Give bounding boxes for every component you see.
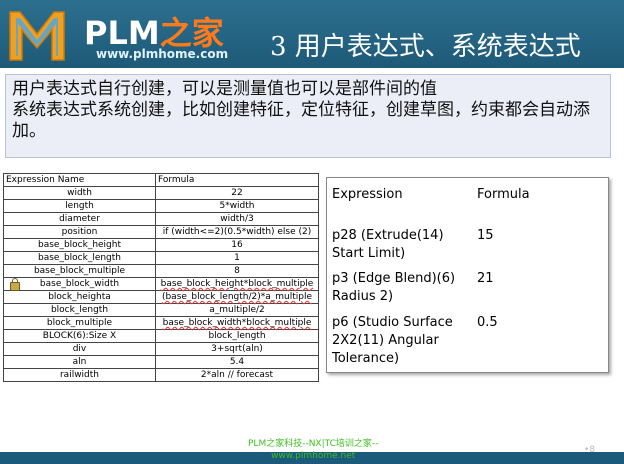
table-row: base_block_length 1 <box>3 251 319 265</box>
description-line-user: 用户表达式自行创建，可以是测量值也可以是部件间的值 <box>12 79 437 99</box>
expression-name: aln <box>3 355 156 369</box>
table-row: block_heighta (base_block_length/2)*a_mul… <box>3 290 319 304</box>
panel-expression-name: p3 (Edge Blend)(6) Radius 2) <box>332 271 456 304</box>
expression-name: base_block_length <box>3 251 156 265</box>
expression-formula: block_length <box>155 329 319 343</box>
table-row: aln 5.4 <box>3 355 319 369</box>
table-row: block_length a_multiple/2 <box>3 303 319 317</box>
table-row: base_block_height 16 <box>3 238 319 252</box>
table-row: railwidth 2*aln // forecast <box>3 368 319 382</box>
expression-formula: 3+sqrt(aln) <box>155 342 319 356</box>
footer-line-1: PLM之家科技--NX|TC培训之家-- <box>248 439 379 449</box>
column-header-name: Expression Name <box>3 173 156 187</box>
panel-expression-value: 15 <box>477 228 494 243</box>
expression-formula: 5.4 <box>155 355 319 369</box>
expression-name: block_multiple <box>3 316 156 330</box>
table-row: BLOCK(6):Size Xblock_length <box>3 329 319 343</box>
expression-formula: width/3 <box>155 212 319 226</box>
brand-url: www.plmhome.com <box>96 47 229 61</box>
slide: PLM之家 www.plmhome.com 3 用户表达式、系统表达式 用户表达… <box>0 0 624 464</box>
expression-formula: 1 <box>155 251 319 265</box>
expression-name: BLOCK(6):Size X <box>3 329 156 343</box>
panel-header-formula: Formula <box>477 187 530 202</box>
expression-formula: base_block_width*block_multiple <box>155 316 319 330</box>
table-row: base_block_multiple 8 <box>3 264 319 278</box>
expression-formula: 16 <box>155 238 319 252</box>
expression-name: length <box>3 199 156 213</box>
panel-expression-name: p28 (Extrude(14) Start Limit) <box>332 228 444 261</box>
expression-name: base_block_height <box>3 238 156 252</box>
expression-name-text: base_block_width <box>39 279 120 289</box>
table-row: div 3+sqrt(aln) <box>3 342 319 356</box>
plm-logo-icon <box>9 11 65 61</box>
panel-expression-name: p6 (Studio Surface 2X2(11) Angular Toler… <box>332 315 453 366</box>
expression-name: diameter <box>3 212 156 226</box>
expression-name: base_block_multiple <box>3 264 156 278</box>
expression-formula: a_multiple/2 <box>155 303 319 317</box>
column-header-formula: Formula <box>155 173 319 187</box>
system-expression-panel: Expression Formula p28 (Extrude(14) Star… <box>326 177 609 373</box>
expression-formula: 8 <box>155 264 319 278</box>
table-header-row: Expression Name Formula <box>3 173 319 187</box>
expression-table: Expression Name Formula width 22 length 5*… <box>3 173 319 382</box>
expression-name: block_length <box>3 303 156 317</box>
table-row: width 22 <box>3 186 319 200</box>
expression-formula: (base_block_length/2)*a_multiple <box>155 290 319 304</box>
page-number: •8 <box>584 445 596 455</box>
table-row: block_multiple base_block_width*block_mul… <box>3 316 319 330</box>
description-line-system: 系统表达式系统创建，比如创建特征，定位特征，创建草图，约束都会自动添加。 <box>12 100 590 141</box>
expression-formula-text: base_block_width*block_multiple <box>162 318 312 328</box>
expression-name: block_heighta <box>3 290 156 304</box>
table-row: base_block_width base_block_height*block_… <box>3 277 319 291</box>
expression-formula: 2*aln // forecast <box>155 368 319 382</box>
expression-name: position <box>3 225 156 239</box>
expression-formula-text: base_block_height*block_multiple <box>160 279 314 289</box>
expression-formula: if (width<=2)(0.5*width) else (2) <box>155 225 319 239</box>
slide-title: 3 用户表达式、系统表达式 <box>270 32 581 62</box>
panel-expression-value: 0.5 <box>477 315 498 330</box>
panel-expression-value: 21 <box>477 271 494 286</box>
expression-name: width <box>3 186 156 200</box>
page-number-value: 8 <box>589 445 596 455</box>
description-box: 用户表达式自行创建，可以是测量值也可以是部件间的值 系统表达式系统创建，比如创建… <box>5 74 611 158</box>
table-row: length 5*width <box>3 199 319 213</box>
expression-formula: 5*width <box>155 199 319 213</box>
footer-line-2: www.plmhome.net <box>271 451 356 461</box>
table-row: diameter width/3 <box>3 212 319 226</box>
expression-formula: base_block_height*block_multiple <box>155 277 319 291</box>
table-row: position if (width<=2)(0.5*width) else (2… <box>3 225 319 239</box>
expression-name-locked: base_block_width <box>3 277 156 291</box>
footer-watermark: PLM之家科技--NX|TC培训之家-- www.plmhome.net <box>248 438 378 462</box>
expression-name: railwidth <box>3 368 156 382</box>
panel-header-expression: Expression <box>332 187 403 202</box>
expression-name: div <box>3 342 156 356</box>
expression-formula-text: (base_block_length/2)*a_multiple <box>161 292 313 302</box>
expression-formula: 22 <box>155 186 319 200</box>
slide-header: PLM之家 www.plmhome.com 3 用户表达式、系统表达式 <box>0 0 624 68</box>
